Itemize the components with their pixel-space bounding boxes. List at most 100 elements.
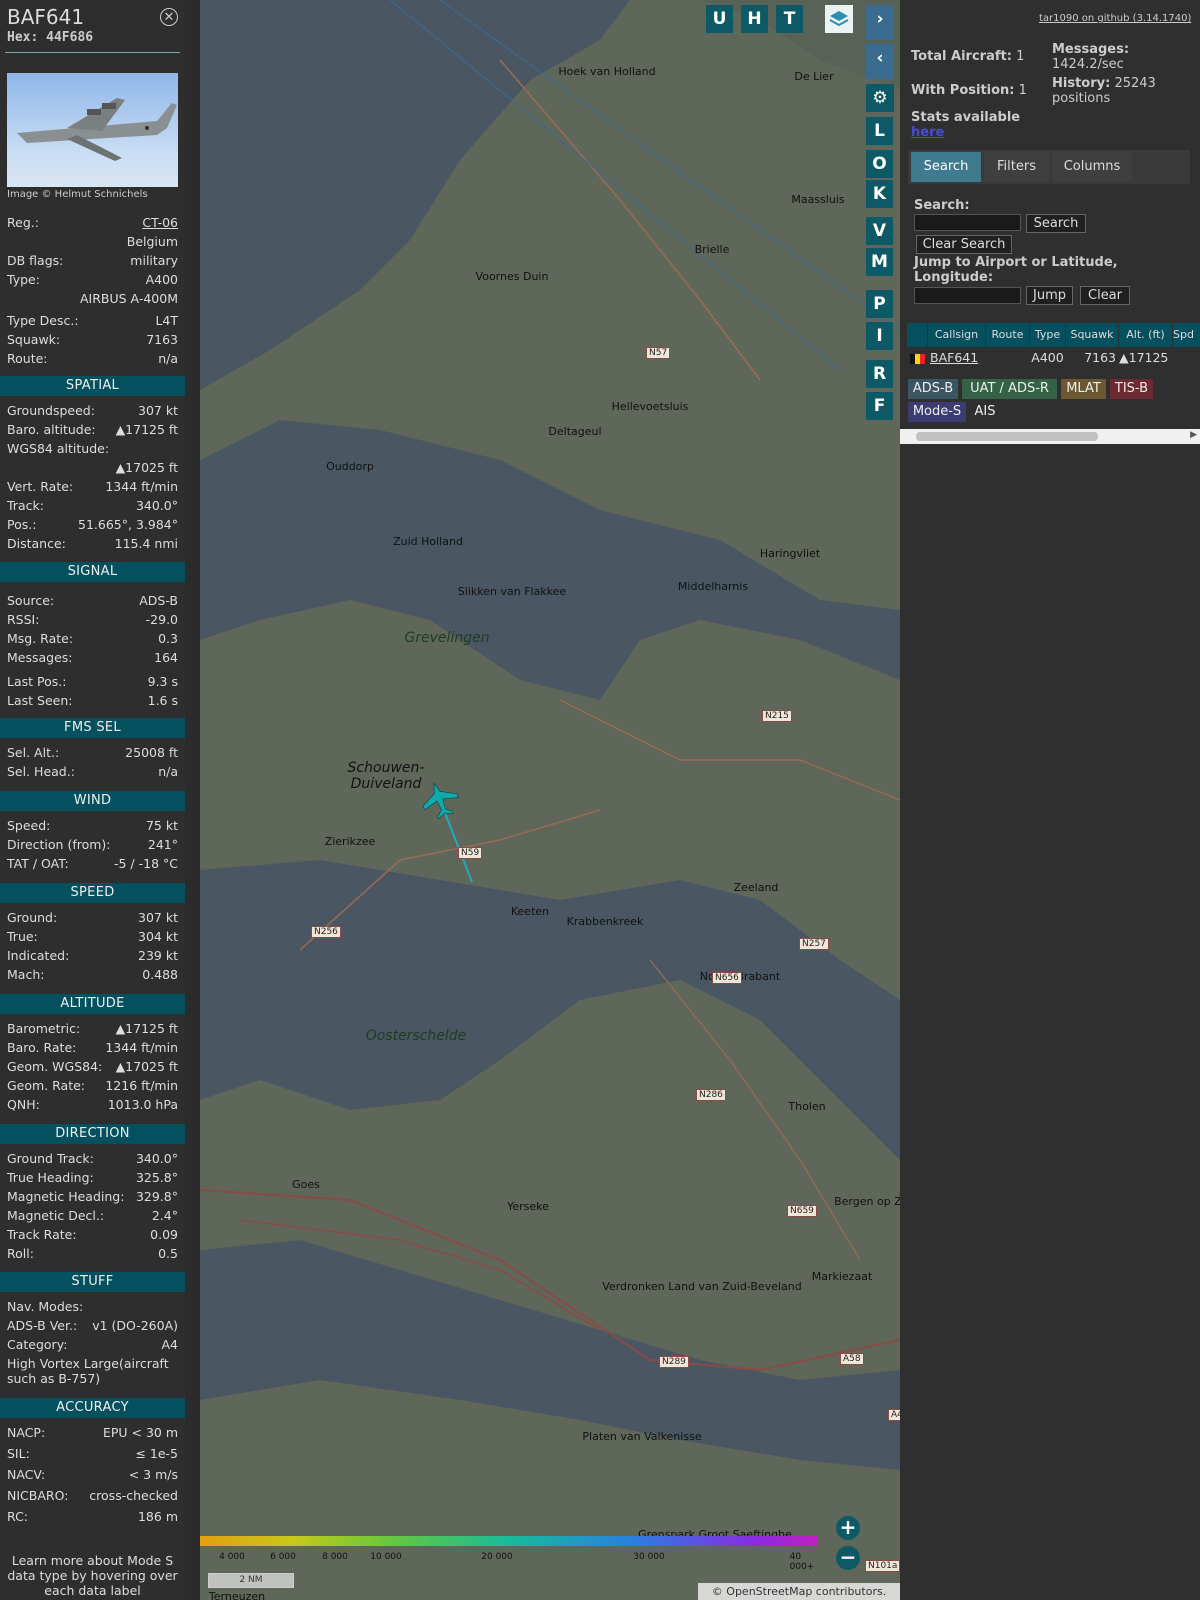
- collapse-left-icon[interactable]: ‹: [866, 44, 894, 79]
- scale-tick-label: 4 000: [219, 1552, 245, 1562]
- total-aircraft: Total Aircraft: 1: [911, 49, 1024, 64]
- jump-button[interactable]: Jump: [1026, 286, 1073, 305]
- route-row: Route: n/a: [7, 351, 178, 366]
- road-label: N101a: [865, 1560, 900, 1572]
- row-value: 164: [154, 650, 178, 665]
- row-value: 0.488: [142, 967, 178, 982]
- table-header-type[interactable]: Type: [1030, 323, 1065, 347]
- map-place-label: Markiezaat: [811, 1270, 873, 1283]
- row-value: n/a: [158, 764, 178, 779]
- row-alt: ▲17125: [1119, 348, 1172, 367]
- legend-tag: AIS: [974, 402, 996, 422]
- spatial-row: Vert. Rate: 1344 ft/min: [7, 479, 178, 494]
- map-place-label: Yerseke: [507, 1200, 549, 1213]
- row-value: 307 kt: [138, 910, 178, 925]
- row-callsign[interactable]: BAF641: [930, 350, 978, 365]
- stats-link[interactable]: here: [911, 125, 944, 140]
- table-header-squawk[interactable]: Squawk: [1066, 323, 1118, 347]
- row-label: Msg. Rate:: [7, 631, 74, 646]
- row-value: 241°: [147, 837, 178, 852]
- row-label: Last Seen:: [7, 693, 73, 708]
- dbflags-value: military: [130, 253, 178, 268]
- country-row: Belgium: [7, 234, 178, 249]
- map-button-p[interactable]: P: [866, 290, 893, 318]
- row-label: Magnetic Heading:: [7, 1189, 125, 1204]
- clear-search-button[interactable]: Clear Search: [916, 235, 1012, 254]
- distance-scale: 2 NM: [208, 1573, 294, 1588]
- dbflags-label: DB flags:: [7, 253, 64, 268]
- aircraft-hex: Hex: 44F686: [7, 30, 93, 45]
- map-button-t[interactable]: T: [776, 5, 803, 33]
- scale-tick-label: 30 000: [633, 1552, 665, 1562]
- osm-attribution[interactable]: © OpenStreetMap contributors.: [698, 1583, 900, 1600]
- with-position: With Position: 1: [911, 83, 1027, 98]
- settings-icon[interactable]: ⚙: [866, 84, 894, 112]
- hscroll-thumb[interactable]: [916, 432, 1098, 441]
- altitude-color-scale: [200, 1536, 817, 1546]
- map-view[interactable]: Hoek van Holland De Lier Maassluis Brielle V…: [200, 0, 900, 1600]
- row-label: Magnetic Decl.:: [7, 1208, 105, 1223]
- table-header-spd[interactable]: Spd: [1173, 323, 1200, 347]
- layers-icon[interactable]: [825, 5, 853, 33]
- search-button[interactable]: Search: [1026, 214, 1086, 233]
- map-button-f[interactable]: F: [866, 392, 893, 420]
- row-value: 1013.0 hPa: [107, 1097, 178, 1112]
- map-button-v[interactable]: V: [866, 217, 893, 245]
- table-hscrollbar[interactable]: ▶: [900, 429, 1200, 444]
- type-value: A400: [145, 272, 178, 287]
- close-icon[interactable]: ✕: [160, 8, 178, 26]
- table-header-route[interactable]: Route: [986, 323, 1029, 347]
- scale-tick-label: 10 000: [370, 1552, 402, 1562]
- tab-columns[interactable]: Columns: [1052, 152, 1132, 182]
- section-fms: FMS SEL: [0, 718, 185, 738]
- map-button-m[interactable]: M: [866, 248, 893, 276]
- learn-more-text: Learn more about Mode S data type by hov…: [7, 1553, 178, 1598]
- row-label: QNH:: [7, 1097, 40, 1112]
- clear-jump-button[interactable]: Clear: [1080, 286, 1130, 305]
- tab-filters[interactable]: Filters: [984, 152, 1049, 182]
- aircraft-photo[interactable]: [7, 73, 178, 187]
- altitude-row: Geom. WGS84: ▲17025 ft: [7, 1059, 178, 1074]
- map-button-h[interactable]: H: [741, 5, 768, 33]
- signal-row: Messages: 164: [7, 650, 178, 665]
- accuracy-row: RC: 186 m: [7, 1509, 178, 1524]
- row-value: 307 kt: [138, 403, 178, 418]
- map-canvas: [200, 0, 900, 1470]
- direction-row: Magnetic Decl.: 2.4°: [7, 1208, 178, 1223]
- row-value: ▲17125 ft: [115, 422, 178, 437]
- row-label: Ground Track:: [7, 1151, 94, 1166]
- row-value: -29.0: [145, 612, 178, 627]
- map-button-o[interactable]: O: [866, 150, 893, 178]
- map-button-k[interactable]: K: [866, 180, 893, 208]
- zoom-out-icon[interactable]: −: [836, 1546, 860, 1570]
- reg-link[interactable]: CT-06: [142, 215, 178, 230]
- category-label: Category:: [7, 1337, 68, 1352]
- map-button-i[interactable]: I: [866, 322, 893, 350]
- section-spatial: SPATIAL: [0, 376, 185, 396]
- map-button-l[interactable]: L: [866, 117, 893, 145]
- table-header-callsign[interactable]: Callsign: [928, 323, 985, 347]
- map-place-label: Deltageul: [548, 425, 602, 438]
- table-header-flag: [907, 323, 927, 347]
- row-value: 1344 ft/min: [105, 479, 178, 494]
- scroll-right-icon[interactable]: ▶: [1190, 430, 1197, 440]
- tab-search[interactable]: Search: [911, 152, 981, 182]
- map-place-label: Oosterschelde: [365, 1028, 467, 1044]
- map-button-r[interactable]: R: [866, 360, 893, 388]
- github-link[interactable]: tar1090 on github (3.14.1740): [1039, 13, 1191, 24]
- row-value: EPU < 30 m: [102, 1425, 178, 1440]
- search-input[interactable]: [914, 214, 1021, 231]
- jump-input[interactable]: [914, 287, 1021, 304]
- row-value: 75 kt: [145, 818, 178, 833]
- table-header-alt[interactable]: Alt. (ft): [1119, 323, 1172, 347]
- row-value: 239 kt: [138, 948, 178, 963]
- road-label: N659: [787, 1205, 817, 1217]
- expand-right-icon[interactable]: ›: [866, 5, 894, 40]
- table-row[interactable]: BAF641: [928, 348, 987, 367]
- zoom-in-icon[interactable]: +: [836, 1516, 860, 1540]
- country-value: Belgium: [126, 234, 178, 249]
- row-value: ADS-B: [139, 593, 178, 608]
- accuracy-row: NACP: EPU < 30 m: [7, 1425, 178, 1440]
- section-wind: WIND: [0, 791, 185, 811]
- map-button-u[interactable]: U: [706, 5, 733, 33]
